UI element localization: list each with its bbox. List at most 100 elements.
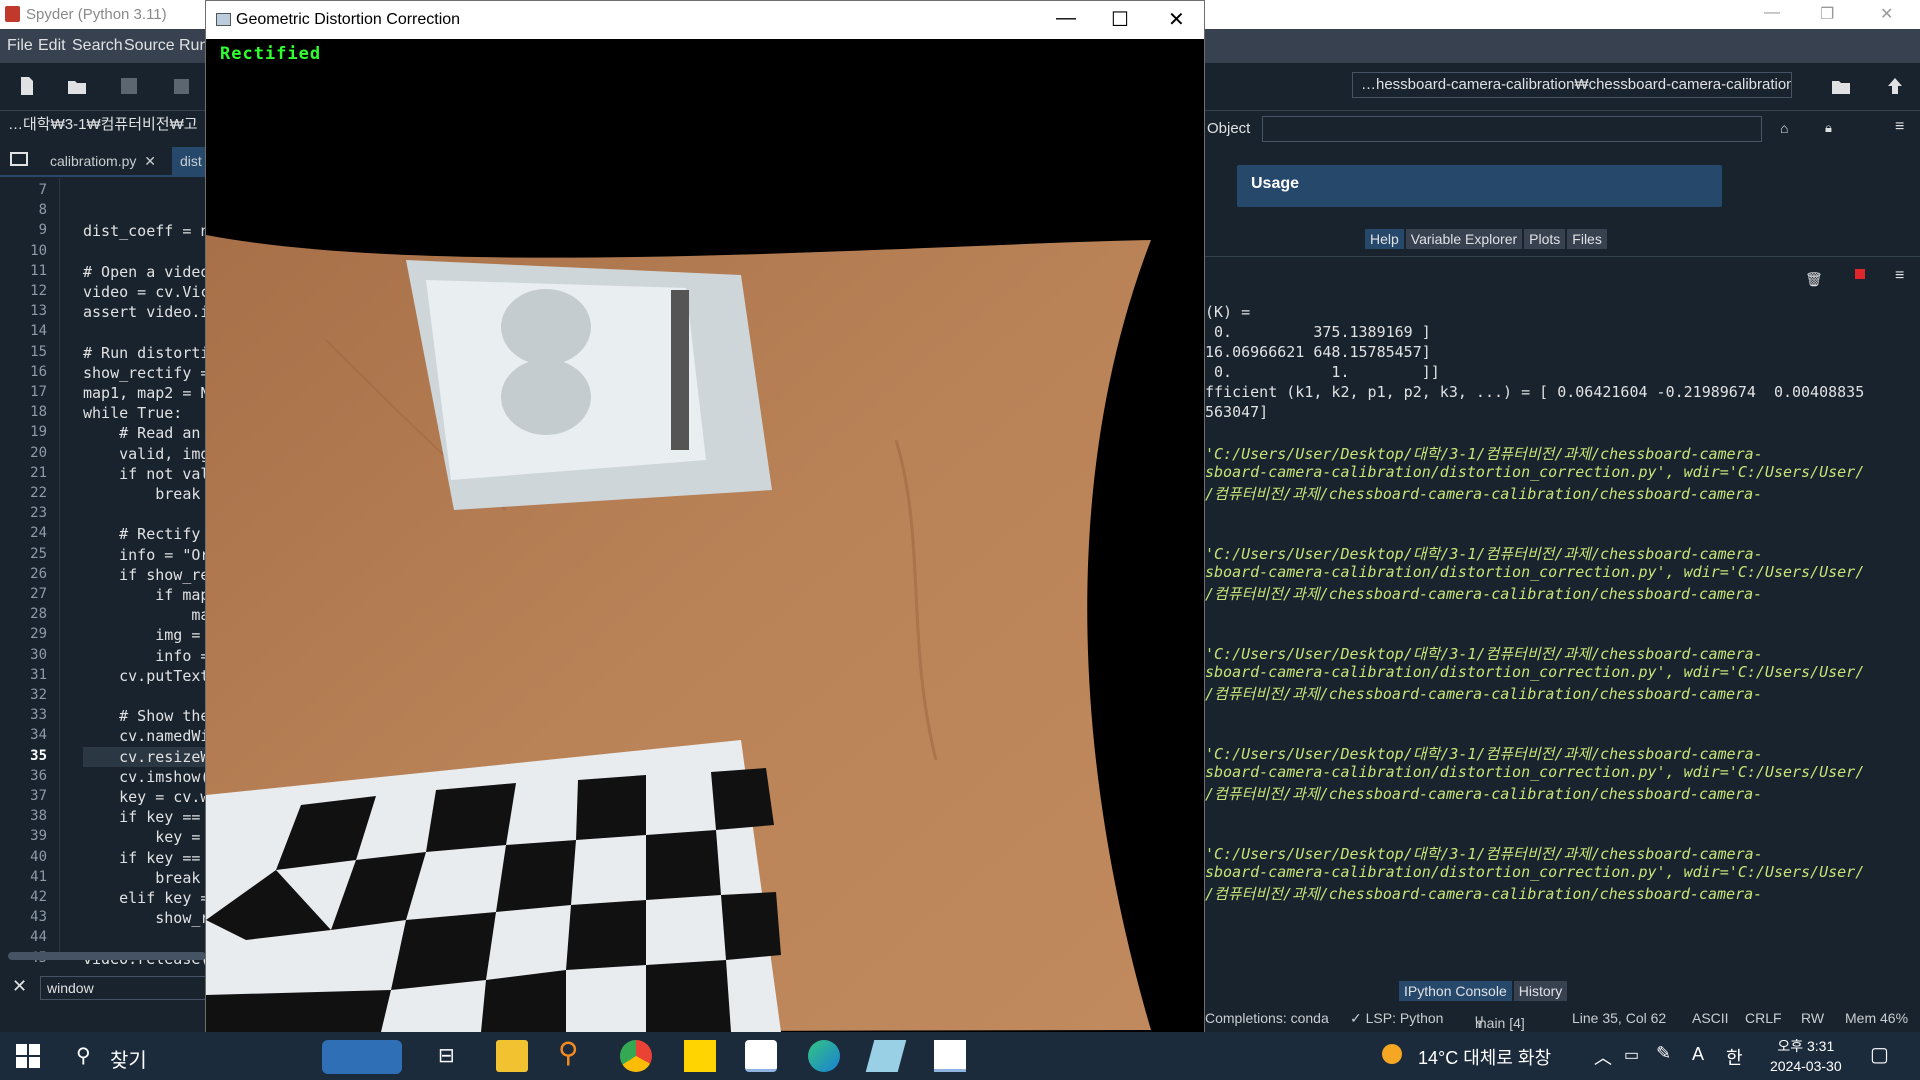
task-view-icon[interactable]: ⊟: [438, 1043, 455, 1068]
close-find-icon[interactable]: ✕: [12, 976, 27, 997]
sticky-notes-icon[interactable]: [684, 1040, 716, 1072]
code-line[interactable]: info = "Or: [83, 546, 209, 564]
code-line[interactable]: # Show the: [83, 707, 209, 725]
tab-files[interactable]: Files: [1567, 229, 1607, 249]
code-line[interactable]: while True:: [83, 404, 182, 422]
tab-calibration[interactable]: calibratiom.py ✕: [42, 147, 166, 175]
line-number: 14: [30, 323, 47, 340]
code-line[interactable]: cv.imshow(: [83, 768, 209, 786]
code-line[interactable]: ma: [83, 606, 209, 624]
search-app-icon[interactable]: ⚲: [558, 1036, 590, 1068]
code-line[interactable]: show_r: [83, 909, 209, 927]
notification-icon[interactable]: ▢: [1870, 1042, 1889, 1067]
browse-tabs-icon[interactable]: [10, 151, 28, 167]
code-line[interactable]: info =: [83, 647, 209, 665]
menu-run[interactable]: Run: [179, 37, 208, 55]
home-icon[interactable]: ⌂: [1780, 120, 1788, 136]
tab-close-icon[interactable]: ✕: [144, 153, 156, 169]
code-line[interactable]: img =: [83, 626, 200, 644]
menu-source[interactable]: Source: [124, 37, 175, 55]
ipython-console[interactable]: 🗑︎ ≡ (K) = 0. 375.1389169 ] 16.06966621 6…: [1205, 256, 1920, 976]
save-icon[interactable]: [118, 75, 140, 97]
menu-edit[interactable]: Edit: [38, 37, 66, 55]
clear-console-icon[interactable]: 🗑︎: [1805, 271, 1823, 288]
pen-icon[interactable]: ✎: [1656, 1043, 1671, 1064]
working-directory-path[interactable]: …hessboard-camera-calibration₩chessboard…: [1352, 72, 1792, 98]
stop-kernel-icon[interactable]: [1855, 269, 1865, 279]
console-line: 'C:/Users/User/Desktop/대학/3-1/컴퓨터비전/과제/c…: [1205, 745, 1763, 763]
taskbar-search[interactable]: ⚲ 찾기: [64, 1032, 420, 1080]
code-line[interactable]: break: [83, 485, 200, 503]
console-line: sboard-camera-calibration/distortion_cor…: [1205, 563, 1865, 581]
tab-history[interactable]: History: [1513, 981, 1568, 1001]
code-line[interactable]: break: [83, 869, 200, 887]
editor-horizontal-scrollbar[interactable]: [8, 952, 206, 960]
console-menu-icon[interactable]: ≡: [1895, 267, 1904, 285]
code-line[interactable]: cv.putText: [83, 667, 209, 685]
code-line[interactable]: elif key =: [83, 889, 209, 907]
code-line[interactable]: if key ==: [83, 808, 200, 826]
code-line[interactable]: # Run distorti: [83, 344, 209, 362]
ime-indicator[interactable]: A: [1692, 1044, 1704, 1065]
code-line[interactable]: assert video.i: [83, 303, 209, 321]
battery-icon[interactable]: ▭: [1624, 1045, 1639, 1065]
save-all-icon[interactable]: [170, 75, 192, 97]
code-line[interactable]: # Read an: [83, 424, 200, 442]
code-line[interactable]: if not val: [83, 465, 209, 483]
code-line[interactable]: cv.namedWi: [83, 727, 209, 745]
code-line[interactable]: map1, map2 = N: [83, 384, 209, 402]
opencv-window[interactable]: Geometric Distortion Correction — ☐ ✕ Re…: [205, 0, 1205, 1032]
pane-menu-icon[interactable]: ≡: [1895, 118, 1904, 136]
windows-start-icon[interactable]: [16, 1044, 40, 1068]
code-line[interactable]: if show_re: [83, 566, 209, 584]
code-line[interactable]: if key ==: [83, 849, 200, 867]
object-input[interactable]: [1262, 116, 1762, 142]
cv-close-icon[interactable]: ✕: [1168, 7, 1185, 32]
minimize-icon[interactable]: —: [1764, 4, 1780, 22]
spyder-taskbar-icon[interactable]: [745, 1040, 777, 1072]
weather-text[interactable]: 14°C 대체로 화창: [1418, 1044, 1551, 1070]
code-line[interactable]: # Rectify: [83, 525, 200, 543]
tab-help[interactable]: Help: [1365, 229, 1404, 249]
browse-folder-icon[interactable]: [1830, 75, 1852, 97]
close-icon[interactable]: ✕: [1880, 4, 1893, 24]
find-input[interactable]: window: [40, 976, 206, 1000]
windows-taskbar: ⚲ 찾기 ⊟ ⚲ 14°C 대체로 화창 ︿ ▭ ✎ A 한 오후 3:31 2…: [0, 1032, 1920, 1080]
menu-search[interactable]: Search: [72, 37, 123, 55]
tab-ipython-console[interactable]: IPython Console: [1399, 981, 1512, 1001]
cv-minimize-icon[interactable]: —: [1056, 7, 1076, 30]
app-icon[interactable]: [865, 1040, 907, 1072]
tray-chevron-icon[interactable]: ︿: [1594, 1044, 1612, 1070]
edge-icon[interactable]: [808, 1040, 840, 1072]
opencv-taskbar-icon[interactable]: [934, 1040, 966, 1072]
code-line[interactable]: cv.resizeW: [83, 748, 209, 766]
code-line[interactable]: valid, img: [83, 445, 209, 463]
editor-tab-bar: calibratiom.py ✕ dist: [0, 143, 212, 177]
parent-directory-icon[interactable]: [1884, 75, 1906, 97]
lock-icon[interactable]: 🔒︎: [1825, 120, 1832, 136]
code-line[interactable]: key = cv.w: [83, 788, 209, 806]
code-line[interactable]: key =: [83, 828, 200, 846]
tab-variable-explorer[interactable]: Variable Explorer: [1405, 229, 1523, 249]
opencv-app-icon: [216, 13, 231, 26]
menu-file[interactable]: File: [7, 37, 33, 55]
new-file-icon[interactable]: [16, 75, 38, 97]
tab-plots[interactable]: Plots: [1524, 229, 1566, 249]
taskbar-clock[interactable]: 오후 3:31 2024-03-30: [1770, 1036, 1842, 1076]
code-line[interactable]: if map: [83, 586, 209, 604]
code-line[interactable]: dist_coeff = n: [83, 222, 209, 240]
language-indicator[interactable]: 한: [1726, 1044, 1743, 1070]
line-number: 28: [30, 606, 47, 623]
chrome-icon[interactable]: [620, 1040, 652, 1072]
code-line[interactable]: # Open a video: [83, 263, 209, 281]
open-folder-icon[interactable]: [66, 75, 88, 97]
cv-maximize-icon[interactable]: ☐: [1111, 7, 1129, 32]
code-line[interactable]: video = cv.Vic: [83, 283, 209, 301]
line-number: 42: [30, 889, 47, 905]
code-editor[interactable]: 7 8 9 10 11 12 13 14 15 16 17 18 19 20 21 22 23 24 25 26 27 2…: [0, 178, 209, 968]
restore-icon[interactable]: ❐: [1820, 4, 1834, 24]
line-number: 7: [38, 182, 47, 198]
file-explorer-icon[interactable]: [496, 1040, 528, 1072]
code-line[interactable]: show_rectify =: [83, 364, 209, 382]
